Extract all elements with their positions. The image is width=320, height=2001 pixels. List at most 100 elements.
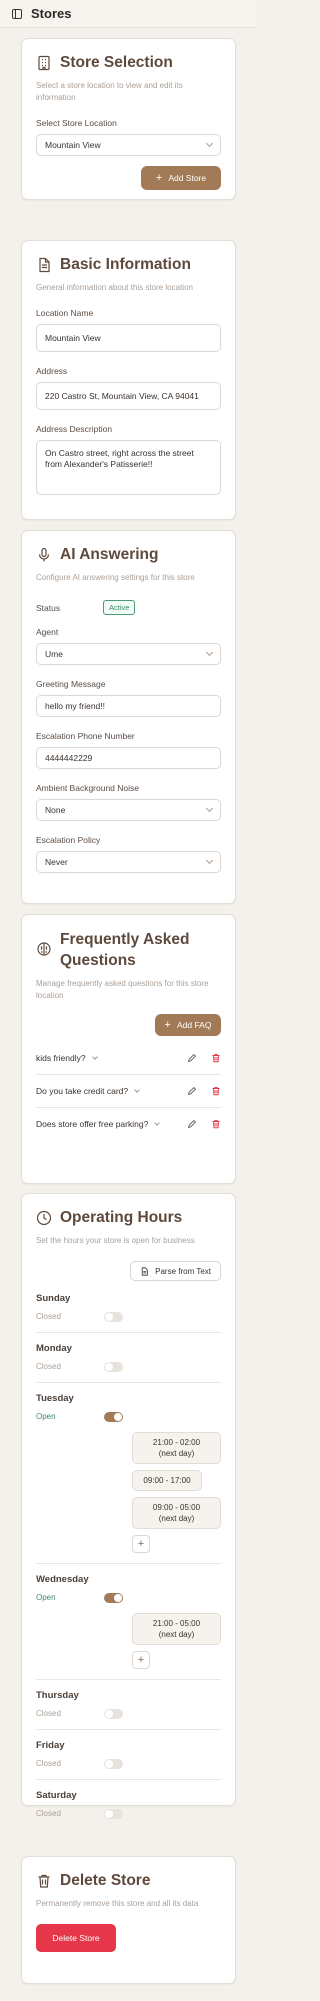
escalation-phone-input[interactable]: 4444442229 xyxy=(36,747,221,769)
trash-icon[interactable] xyxy=(211,1119,221,1129)
add-time-slot-button[interactable]: + xyxy=(132,1535,150,1553)
day-status: Open xyxy=(36,1593,56,1602)
agent-select[interactable]: Ume xyxy=(36,643,221,665)
add-store-label: Add Store xyxy=(168,173,207,183)
edit-icon[interactable] xyxy=(187,1119,197,1129)
store-selection-heading: Store Selection xyxy=(36,53,221,73)
ambient-noise-select[interactable]: None xyxy=(36,799,221,821)
faq-question[interactable]: Do you take credit card? xyxy=(36,1085,140,1097)
address-label: Address xyxy=(36,366,68,376)
faq-item[interactable]: Do you take credit card? xyxy=(36,1075,221,1108)
plus-icon: + xyxy=(164,1019,171,1031)
address-description-textarea[interactable]: On Castro street, right across the stree… xyxy=(36,440,221,495)
location-name-input[interactable]: Mountain View xyxy=(36,324,221,352)
day-open-toggle[interactable] xyxy=(104,1593,123,1603)
chevron-down-icon[interactable] xyxy=(134,1086,140,1093)
chevron-down-icon[interactable] xyxy=(154,1119,161,1126)
day-name: Saturday xyxy=(36,1790,77,1801)
delete-store-button[interactable]: Delete Store xyxy=(36,1924,116,1952)
card-description: Select a store location to view and edit… xyxy=(36,81,183,102)
location-name-label: Location Name xyxy=(36,308,94,318)
card-title-text: Store Selection xyxy=(60,54,173,71)
edit-icon[interactable] xyxy=(187,1053,197,1063)
add-faq-button[interactable]: + Add FAQ xyxy=(155,1014,221,1036)
greeting-input[interactable]: hello my friend!! xyxy=(36,695,221,717)
day-row: Sunday Closed xyxy=(36,1283,221,1333)
faq-question-text: Do you take credit card? xyxy=(36,1086,129,1096)
card-title-text: Operating Hours xyxy=(60,1209,183,1226)
trash-icon xyxy=(38,1874,50,1888)
day-status: Open xyxy=(36,1412,56,1421)
time-slot[interactable]: 09:00 - 05:00 (next day) xyxy=(132,1497,221,1529)
day-name: Monday xyxy=(36,1343,72,1354)
card-description: Set the hours your store is open for bus… xyxy=(36,1236,195,1245)
status-label: Status xyxy=(36,602,61,613)
add-store-button[interactable]: + Add Store xyxy=(141,166,221,190)
day-open-toggle[interactable] xyxy=(104,1412,123,1422)
add-faq-label: Add FAQ xyxy=(176,1020,212,1030)
escalation-phone-label: Escalation Phone Number xyxy=(36,731,135,741)
time-slot[interactable]: 21:00 - 02:00 (next day) xyxy=(132,1432,221,1464)
day-open-toggle[interactable] xyxy=(104,1809,123,1819)
agent-value: Ume xyxy=(45,649,63,659)
day-row: Thursday Closed xyxy=(36,1680,221,1730)
clock-icon xyxy=(36,1210,52,1226)
day-status: Closed xyxy=(36,1759,61,1768)
document-icon xyxy=(141,1266,148,1276)
time-slot[interactable]: 09:00 - 17:00 xyxy=(132,1470,202,1491)
trash-icon[interactable] xyxy=(211,1053,221,1063)
trash-icon[interactable] xyxy=(211,1086,221,1096)
address-description-label: Address Description xyxy=(36,424,113,434)
faq-card: Frequently Asked Questions Manage freque… xyxy=(21,914,236,1184)
chevron-down-icon xyxy=(205,648,214,657)
day-status: Closed xyxy=(36,1809,61,1818)
chevron-down-icon[interactable] xyxy=(91,1053,98,1060)
day-name: Tuesday xyxy=(36,1393,74,1404)
card-description: Configure AI answering settings for this… xyxy=(36,573,195,582)
card-description: Permanently remove this store and all it… xyxy=(36,1899,199,1908)
sidebar-toggle-icon[interactable] xyxy=(12,8,22,19)
faq-question[interactable]: Does store offer free parking? xyxy=(36,1118,161,1130)
day-open-toggle[interactable] xyxy=(104,1709,123,1719)
store-location-select[interactable]: Mountain View xyxy=(36,134,221,156)
time-slot[interactable]: 21:00 - 05:00 (next day) xyxy=(132,1613,221,1645)
basic-info-heading: Basic Information xyxy=(36,255,221,275)
card-title-text: Delete Store xyxy=(60,1872,151,1889)
store-location-value: Mountain View xyxy=(45,140,101,150)
faq-question[interactable]: kids friendly? xyxy=(36,1052,98,1064)
edit-icon[interactable] xyxy=(187,1086,197,1096)
day-open-toggle[interactable] xyxy=(104,1312,123,1322)
ai-answering-heading: AI Answering xyxy=(36,545,221,565)
ai-answering-card: AI Answering Configure AI answering sett… xyxy=(21,530,236,904)
card-description: General information about this store loc… xyxy=(36,283,193,292)
plus-icon: + xyxy=(155,172,163,184)
parse-from-text-button[interactable]: Parse from Text xyxy=(130,1261,221,1281)
day-status: Closed xyxy=(36,1709,61,1718)
day-row: Tuesday Open 21:00 - 02:00 (next day) 09:00… xyxy=(36,1383,221,1564)
operating-hours-heading: Operating Hours xyxy=(36,1208,221,1228)
faq-question-text: Does store offer free parking? xyxy=(36,1119,149,1129)
card-title-text: Basic Information xyxy=(60,256,191,273)
greeting-label: Greeting Message xyxy=(36,679,106,689)
faq-item[interactable]: Does store offer free parking? xyxy=(36,1108,221,1140)
address-input[interactable]: 220 Castro St, Mountain View, CA 94041 xyxy=(36,382,221,410)
day-name: Sunday xyxy=(36,1293,71,1304)
day-status: Closed xyxy=(36,1362,61,1371)
card-title-text: Frequently Asked Questions xyxy=(60,931,190,969)
escalation-policy-value: Never xyxy=(45,857,68,867)
chevron-down-icon xyxy=(205,856,214,865)
select-store-label: Select Store Location xyxy=(36,118,117,128)
card-description: Manage frequently asked questions for th… xyxy=(36,979,209,1000)
day-row: Wednesday Open 21:00 - 05:00 (next day) + xyxy=(36,1564,221,1680)
day-name: Wednesday xyxy=(36,1574,89,1585)
status-badge: Active xyxy=(103,600,136,615)
day-open-toggle[interactable] xyxy=(104,1759,123,1769)
faq-item[interactable]: kids friendly? xyxy=(36,1042,221,1075)
ambient-noise-value: None xyxy=(45,805,66,815)
day-status: Closed xyxy=(36,1312,61,1321)
escalation-policy-label: Escalation Policy xyxy=(36,835,101,845)
escalation-policy-select[interactable]: Never xyxy=(36,851,221,873)
day-open-toggle[interactable] xyxy=(104,1362,123,1372)
add-time-slot-button[interactable]: + xyxy=(132,1651,150,1669)
building-icon xyxy=(38,55,50,71)
